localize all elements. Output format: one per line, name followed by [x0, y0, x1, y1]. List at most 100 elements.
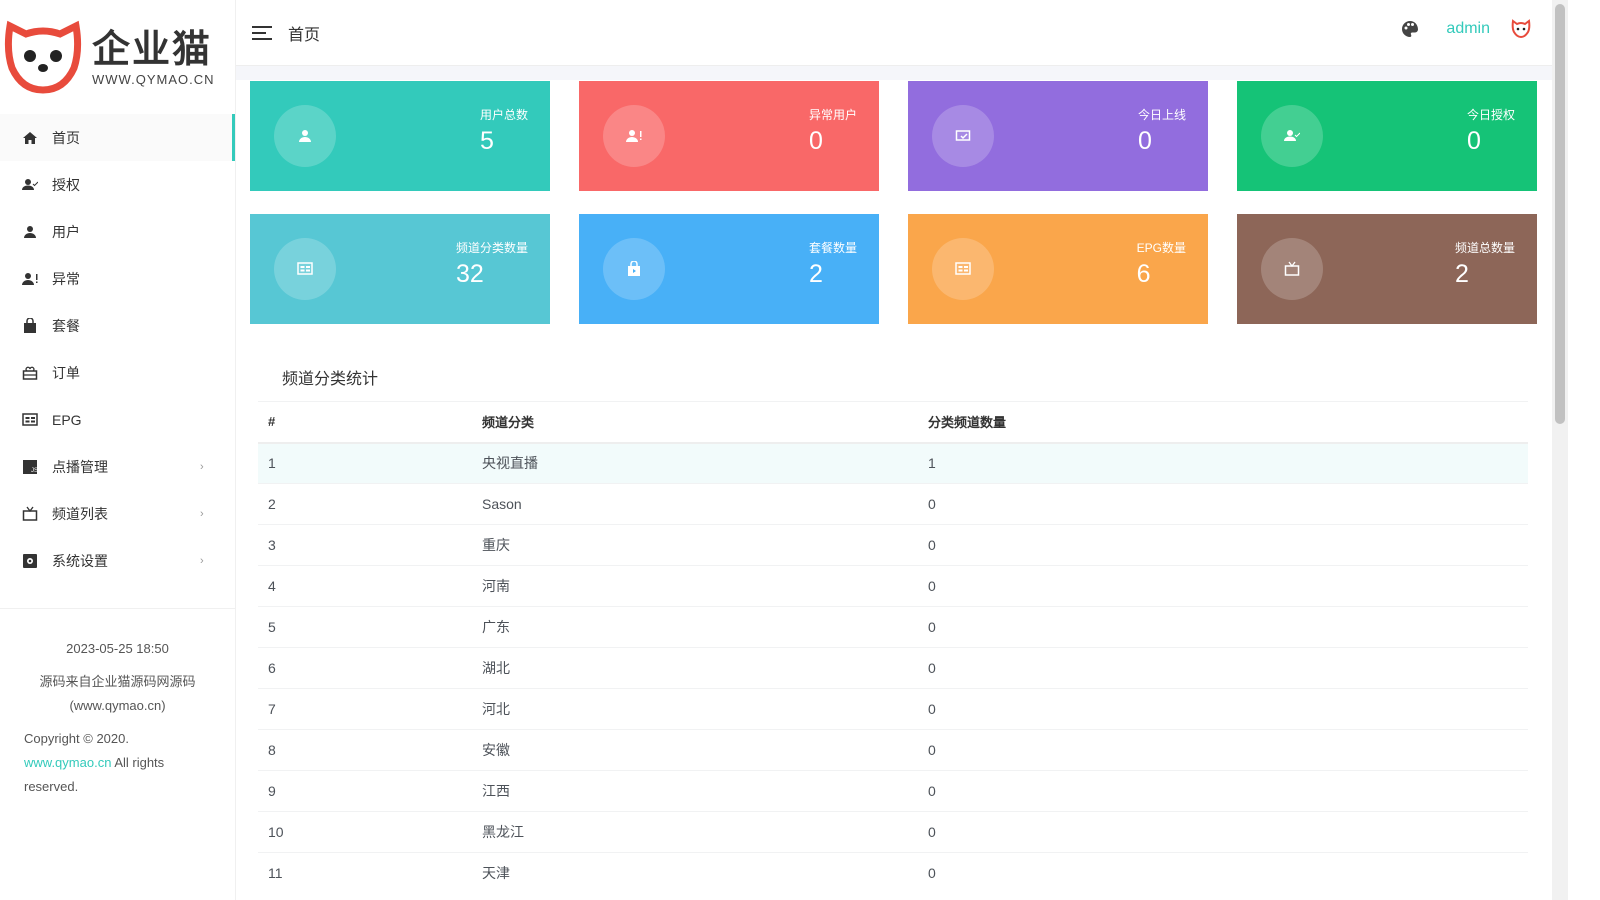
stat-value: 0	[808, 127, 823, 155]
table-row: 11 天津 0	[258, 852, 1528, 894]
table-cell: 5	[258, 606, 472, 648]
table-row: 1 央视直播 1	[258, 442, 1528, 484]
cat-logo-icon	[4, 20, 82, 94]
sidebar-item-label: 授权	[52, 176, 80, 193]
sidebar-item-0[interactable]: 首页	[0, 114, 235, 161]
user-name[interactable]: admin	[1446, 20, 1490, 38]
table-cell: 0	[918, 606, 1528, 648]
sidebar-item-8[interactable]: 频道列表 ›	[0, 490, 235, 537]
panel-title: 频道分类统计	[282, 371, 379, 388]
sidebar-item-3[interactable]: 异常	[0, 255, 235, 302]
stat-icon-circle	[603, 238, 665, 300]
stat-icon-circle	[603, 105, 665, 167]
table-cell: 广东	[472, 606, 918, 648]
newspaper-icon	[955, 262, 971, 275]
sidebar-item-7[interactable]: JS 点播管理 ›	[0, 443, 235, 490]
sidebar-item-1[interactable]: 授权	[0, 161, 235, 208]
stat-value: 0	[1137, 127, 1152, 155]
scrollbar-thumb[interactable]	[1555, 4, 1565, 424]
logo-title: 企业猫	[92, 28, 213, 71]
copyright-text: Copyright © 2020.	[24, 731, 129, 746]
sidebar-item-label: 点播管理	[52, 458, 108, 475]
stat-icon-circle	[932, 105, 994, 167]
stat-label: 套餐数量	[808, 241, 857, 255]
sidebar-nav: 首页 授权 用户 异常 套餐 订单 EPG JS 点播管理 › 频道列表 › 系统设置 ›	[0, 114, 235, 584]
table-cell: 黑龙江	[472, 811, 918, 853]
palette-icon[interactable]	[1400, 19, 1420, 39]
user-alert-icon	[626, 130, 642, 142]
table-row: 6 湖北 0	[258, 647, 1528, 689]
source-url: (www.qymao.cn)	[69, 698, 166, 713]
table-row: 10 黑龙江 0	[258, 811, 1528, 853]
table-cell: 7	[258, 688, 472, 730]
user-icon	[299, 130, 311, 142]
table-header-row: # 频道分类 分类频道数量	[258, 401, 1528, 444]
tv-icon	[1284, 261, 1300, 276]
stat-label: 频道分类数量	[455, 241, 528, 255]
table-cell: 0	[918, 524, 1528, 566]
scrollbar[interactable]	[1552, 0, 1568, 900]
stat-icon-circle	[274, 238, 336, 300]
tv-icon	[22, 506, 38, 521]
avatar[interactable]	[1510, 18, 1532, 40]
table-cell: 江西	[472, 770, 918, 812]
sidebar-item-label: 订单	[52, 364, 80, 381]
user-icon	[24, 225, 36, 238]
table-cell: 9	[258, 770, 472, 812]
table-cell: 0	[918, 729, 1528, 771]
logo[interactable]: 企业猫 WWW.QYMAO.CN	[0, 0, 235, 114]
sidebar-item-9[interactable]: 系统设置 ›	[0, 537, 235, 584]
footer-link[interactable]: www.qymao.cn	[24, 755, 111, 770]
datetime: 2023-05-25 18:50	[66, 641, 169, 656]
stat-card: 异常用户 0	[579, 81, 879, 191]
table-cell: 湖北	[472, 647, 918, 689]
settings-icon	[23, 553, 37, 568]
source-text: 源码来自企业猫源码网源码	[39, 674, 196, 689]
stat-value: 0	[1466, 127, 1481, 155]
page-title: 首页	[288, 26, 321, 44]
logo-subtitle: WWW.QYMAO.CN	[92, 71, 215, 87]
newspaper-icon	[22, 412, 38, 426]
shopping-bag-icon	[24, 317, 36, 333]
stat-icon-circle	[1261, 238, 1323, 300]
table-row: 7 河北 0	[258, 688, 1528, 730]
table-cell: 河南	[472, 565, 918, 607]
user-alert-icon	[22, 272, 38, 285]
table-cell: 0	[918, 852, 1528, 894]
sidebar-item-2[interactable]: 用户	[0, 208, 235, 255]
table-cell: 2	[258, 483, 472, 525]
table-cell: 0	[918, 688, 1528, 730]
column-header: 频道分类	[472, 401, 918, 444]
table-cell: 0	[918, 647, 1528, 689]
column-header: #	[258, 401, 472, 444]
table-cell: 8	[258, 729, 472, 771]
gift-icon	[22, 366, 38, 380]
stat-card: 今日授权 0	[1237, 81, 1537, 191]
stat-icon-circle	[1261, 105, 1323, 167]
table-cell: 重庆	[472, 524, 918, 566]
sidebar-item-label: 系统设置	[52, 552, 108, 569]
table-cell: 央视直播	[472, 442, 918, 484]
svg-text:JS: JS	[31, 468, 38, 474]
user-check-icon	[1284, 130, 1300, 141]
stat-label: 异常用户	[808, 108, 857, 122]
table-cell: 天津	[472, 852, 918, 894]
content-divider	[236, 66, 1552, 80]
table-cell: Sason	[472, 483, 918, 525]
sidebar-item-4[interactable]: 套餐	[0, 302, 235, 349]
stat-card: 用户总数 5	[250, 81, 550, 191]
menu-toggle-icon[interactable]	[252, 22, 272, 44]
table-row: 9 江西 0	[258, 770, 1528, 812]
stat-label: 今日上线	[1137, 108, 1186, 122]
table-cell: 0	[918, 770, 1528, 812]
sidebar: 企业猫 WWW.QYMAO.CN 首页 授权 用户 异常 套餐 订单 EPG JS 点播管理 › 频…	[0, 0, 236, 900]
sidebar-footer: 2023-05-25 18:50 源码来自企业猫源码网源码 (www.qymao…	[0, 608, 235, 799]
table-row: 4 河南 0	[258, 565, 1528, 607]
copyright: Copyright © 2020. www.qymao.cn All rights…	[24, 727, 211, 799]
stat-label: 频道总数量	[1454, 241, 1515, 255]
channel-category-table: # 频道分类 分类频道数量 1 央视直播 1 2 Sason 0 3 重庆 0 4 河南 0 5 广东 0 6 湖北…	[258, 401, 1528, 894]
sidebar-item-label: EPG	[52, 411, 82, 428]
sidebar-item-5[interactable]: 订单	[0, 349, 235, 396]
sidebar-item-6[interactable]: EPG	[0, 396, 235, 443]
stat-value: 2	[808, 260, 823, 288]
